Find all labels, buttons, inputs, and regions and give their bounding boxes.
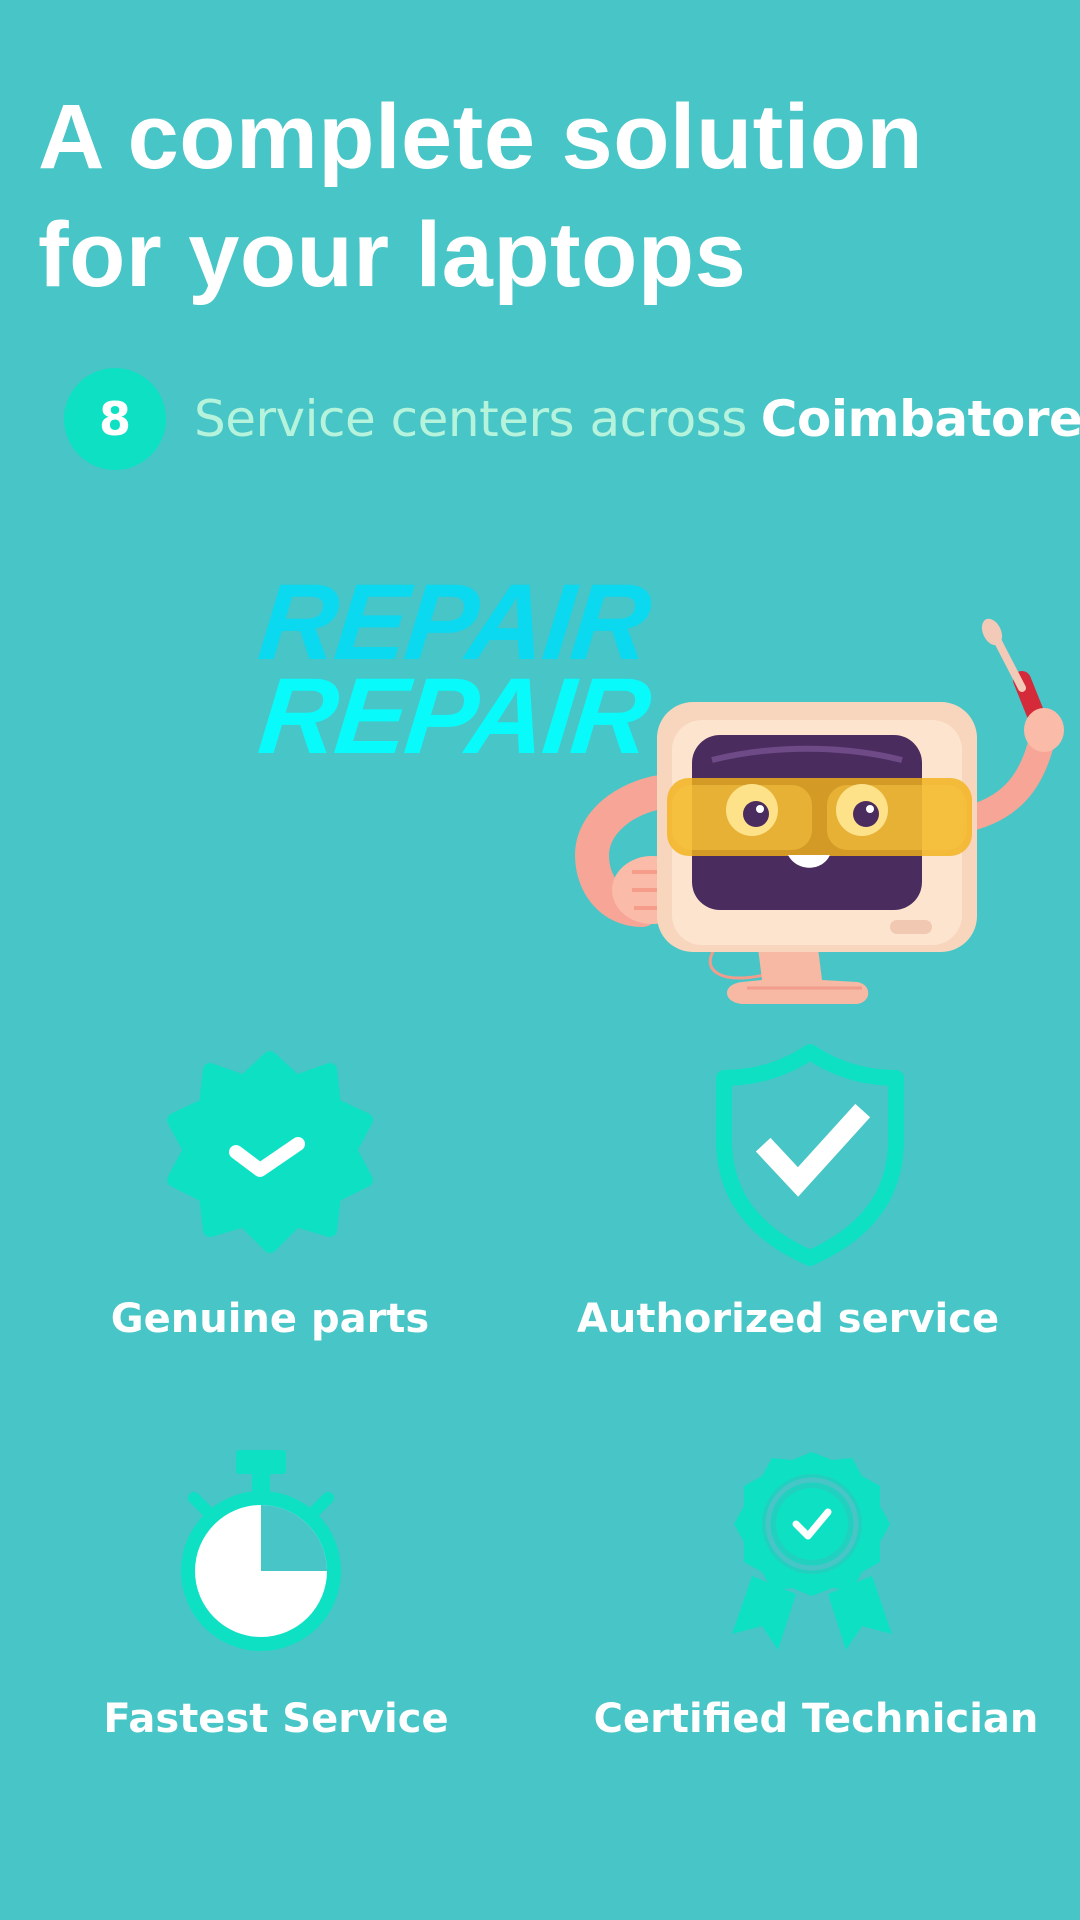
headline-line-1: A complete solution — [38, 86, 924, 188]
shield-check-icon — [716, 1044, 904, 1266]
badge-check-icon — [167, 1051, 373, 1253]
page-headline: A complete solution for your laptops — [38, 78, 1038, 314]
hero-illustration: REPAIR REPAIR — [250, 560, 1080, 1004]
service-center-count-badge: 8 — [64, 368, 166, 470]
service-centers-row: 8 Service centers across Coimbatore — [64, 368, 1080, 470]
stopwatch-icon — [181, 1450, 341, 1651]
headline-line-2: for your laptops — [38, 204, 747, 306]
feature-label-genuine-parts: Genuine parts — [110, 1296, 430, 1342]
feature-label-fastest-service: Fastest Service — [103, 1696, 449, 1742]
feature-label-authorized-service: Authorized service — [576, 1296, 1000, 1342]
service-centers-city: Coimbatore — [760, 390, 1080, 448]
feature-label-certified-technician: Certified Technician — [593, 1696, 1039, 1742]
service-centers-text: Service centers across — [194, 390, 747, 448]
computer-mascot-icon — [574, 618, 1064, 1004]
award-ribbon-icon — [732, 1452, 892, 1650]
